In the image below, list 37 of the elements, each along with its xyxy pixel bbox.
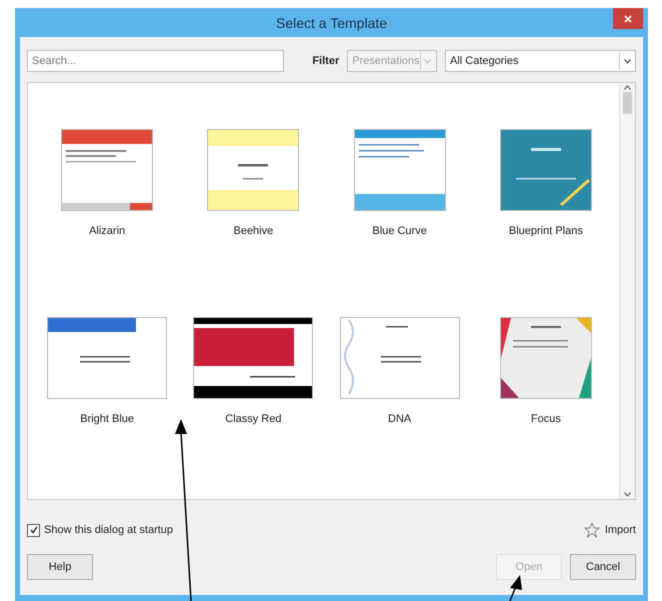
check-icon (30, 526, 38, 534)
template-item[interactable]: Alizarin (34, 125, 180, 241)
close-icon (624, 14, 632, 22)
star-icon (584, 522, 600, 538)
search-field[interactable]: Search... (27, 50, 284, 72)
template-name: Beehive (233, 225, 274, 237)
template-item[interactable]: Focus (472, 313, 619, 429)
template-name: Bright Blue (80, 413, 134, 425)
dialog-button[interactable]: Cancel (570, 554, 636, 580)
template-name: Focus (530, 413, 561, 425)
template-name: Blue Curve (372, 225, 427, 237)
filter-label: Filter (312, 55, 340, 67)
scroll-thumb[interactable] (623, 92, 632, 114)
template-item[interactable]: Classy Red (180, 313, 326, 429)
import-button[interactable]: Import (584, 522, 636, 538)
template-name: DNA (388, 413, 412, 425)
template-item[interactable]: Bright Blue (34, 313, 180, 429)
category-dropdown[interactable]: All Categories (444, 50, 636, 72)
annotation-arrow (509, 575, 522, 601)
chevron-down-icon (624, 58, 630, 64)
template-name: Alizarin (89, 225, 126, 237)
close-button[interactable] (613, 8, 643, 29)
template-item[interactable]: Beehive (180, 125, 326, 241)
template-item[interactable]: Blueprint Plans (472, 125, 619, 241)
scrollbar[interactable] (619, 83, 635, 499)
checkbox-label: Show this dialog at startup (44, 524, 174, 536)
dialog-button[interactable]: Help (27, 554, 93, 580)
chevron-down-icon (424, 58, 432, 64)
template-item[interactable]: Blue Curve (326, 125, 473, 241)
startup-checkbox[interactable]: Show this dialog at startup (27, 524, 174, 536)
template-name: Blueprint Plans (508, 225, 583, 237)
template-item[interactable]: DNA (326, 313, 473, 429)
window-title: Select a Template (276, 14, 388, 30)
scroll-down-icon (624, 492, 631, 497)
template-name: Classy Red (225, 413, 282, 425)
checkbox[interactable] (27, 524, 40, 536)
scroll-up-icon (624, 85, 631, 90)
